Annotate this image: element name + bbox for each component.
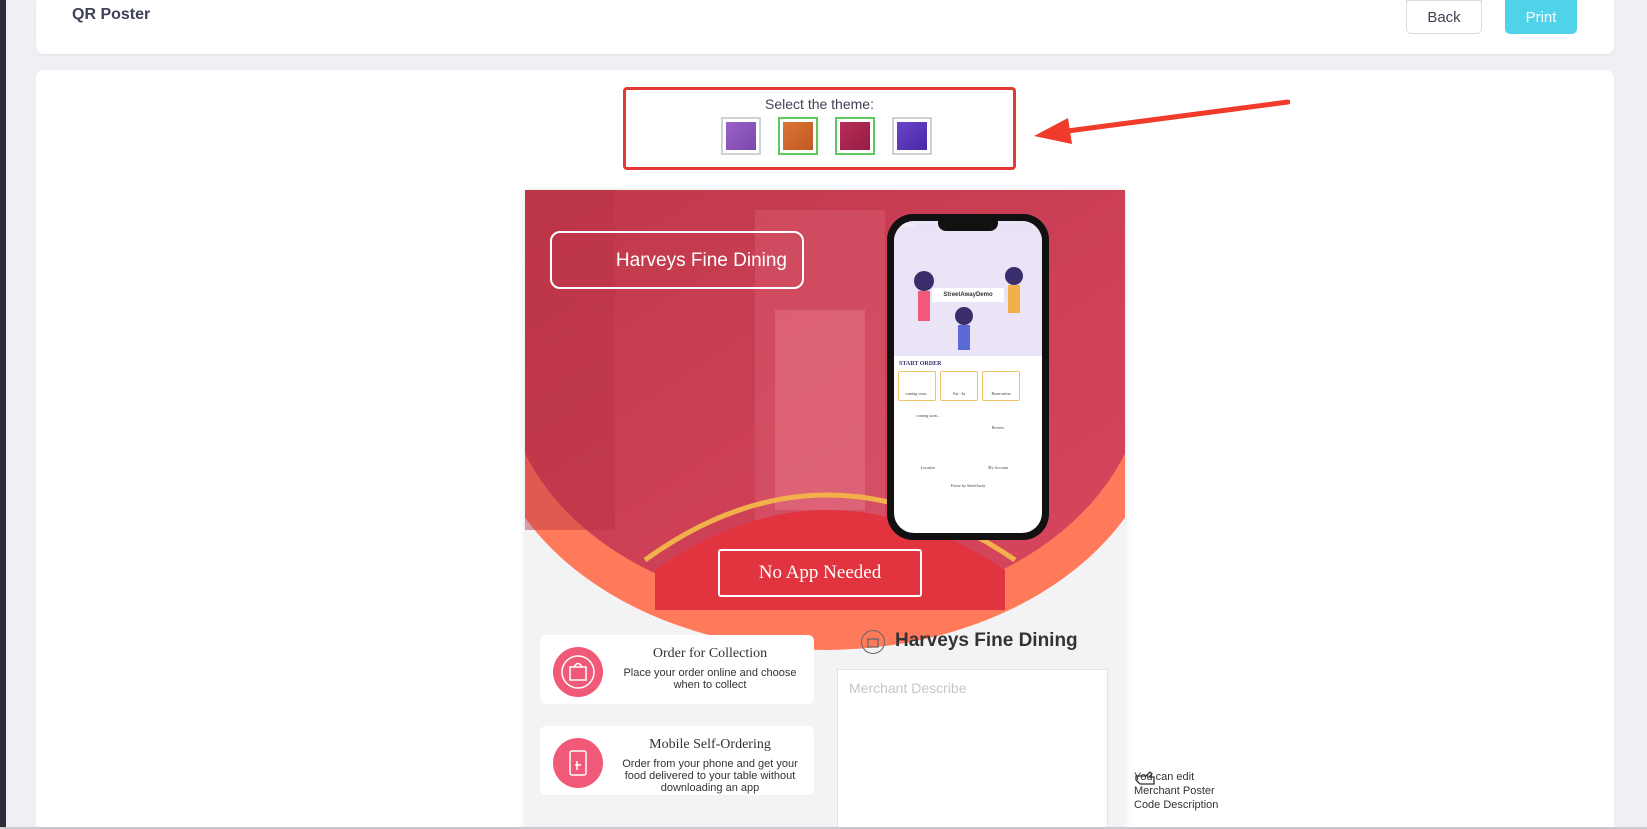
- feature-mobile-self-ordering: Mobile Self-Ordering Order from your pho…: [540, 726, 814, 795]
- phone-touch-icon: [553, 738, 603, 788]
- phone-screen: 09:41 StreetAwayDemo START ORDER coming …: [894, 221, 1042, 533]
- theme-swatch-indigo[interactable]: [892, 117, 932, 155]
- edit-note: You can edit Merchant Poster Code Descri…: [1134, 770, 1234, 812]
- phone-start-order: START ORDER: [899, 361, 942, 367]
- feature-description: Order from your phone and get your food …: [622, 758, 798, 794]
- phone-hero: 09:41 StreetAwayDemo: [894, 221, 1042, 356]
- feature-description: Place your order online and choose when …: [623, 667, 797, 691]
- merchant-description-box[interactable]: Merchant Describe: [837, 669, 1108, 829]
- phone-mockup: 09:41 StreetAwayDemo START ORDER coming …: [887, 214, 1049, 540]
- description-placeholder: Merchant Describe: [849, 680, 967, 696]
- phone-cell: Review: [991, 425, 1005, 430]
- edit-note-line: Code Description: [1134, 799, 1219, 811]
- theme-label: Select the theme:: [765, 96, 874, 112]
- feature-title: Order for Collection: [652, 646, 768, 661]
- edit-note-line: You can edit: [1134, 771, 1195, 783]
- no-app-banner: No App Needed: [718, 549, 922, 597]
- phone-tile: Reservation: [982, 371, 1020, 401]
- merchant-heading-name: Harveys Fine Dining: [895, 630, 1078, 651]
- phone-cell: My Account: [988, 465, 1008, 470]
- top-bar: QR Poster Back Print: [36, 0, 1614, 54]
- theme-swatch-orange[interactable]: [778, 117, 818, 155]
- print-button[interactable]: Print: [1505, 0, 1577, 34]
- feature-title: Mobile Self-Ordering: [649, 737, 771, 752]
- page-title: QR Poster: [72, 6, 151, 23]
- window-edge: [0, 0, 6, 829]
- phone-tile: Eat - In: [940, 371, 978, 401]
- edit-note-line: Merchant Poster: [1134, 785, 1215, 797]
- back-button[interactable]: Back: [1406, 0, 1482, 34]
- phone-tile: coming soon...: [898, 371, 936, 401]
- theme-selector: Select the theme:: [623, 87, 1016, 170]
- shopping-bag-icon: [553, 647, 603, 697]
- qr-poster: Harveys Fine Dining 09:41 StreetAwayDemo…: [525, 190, 1125, 829]
- annotation-arrow: [1034, 99, 1290, 144]
- theme-swatch-purple[interactable]: [721, 117, 761, 155]
- phone-powered: Power by StreetAway: [950, 483, 986, 488]
- store-icon: [861, 630, 885, 654]
- phone-brand-chip: StreetAwayDemo: [932, 288, 1004, 302]
- feature-order-collection: Order for Collection Place your order on…: [540, 635, 814, 704]
- theme-swatch-crimson[interactable]: [835, 117, 875, 155]
- phone-cell: coming soon...: [916, 413, 940, 418]
- merchant-name-button[interactable]: Harveys Fine Dining: [550, 231, 804, 289]
- phone-cell: Location: [920, 465, 936, 470]
